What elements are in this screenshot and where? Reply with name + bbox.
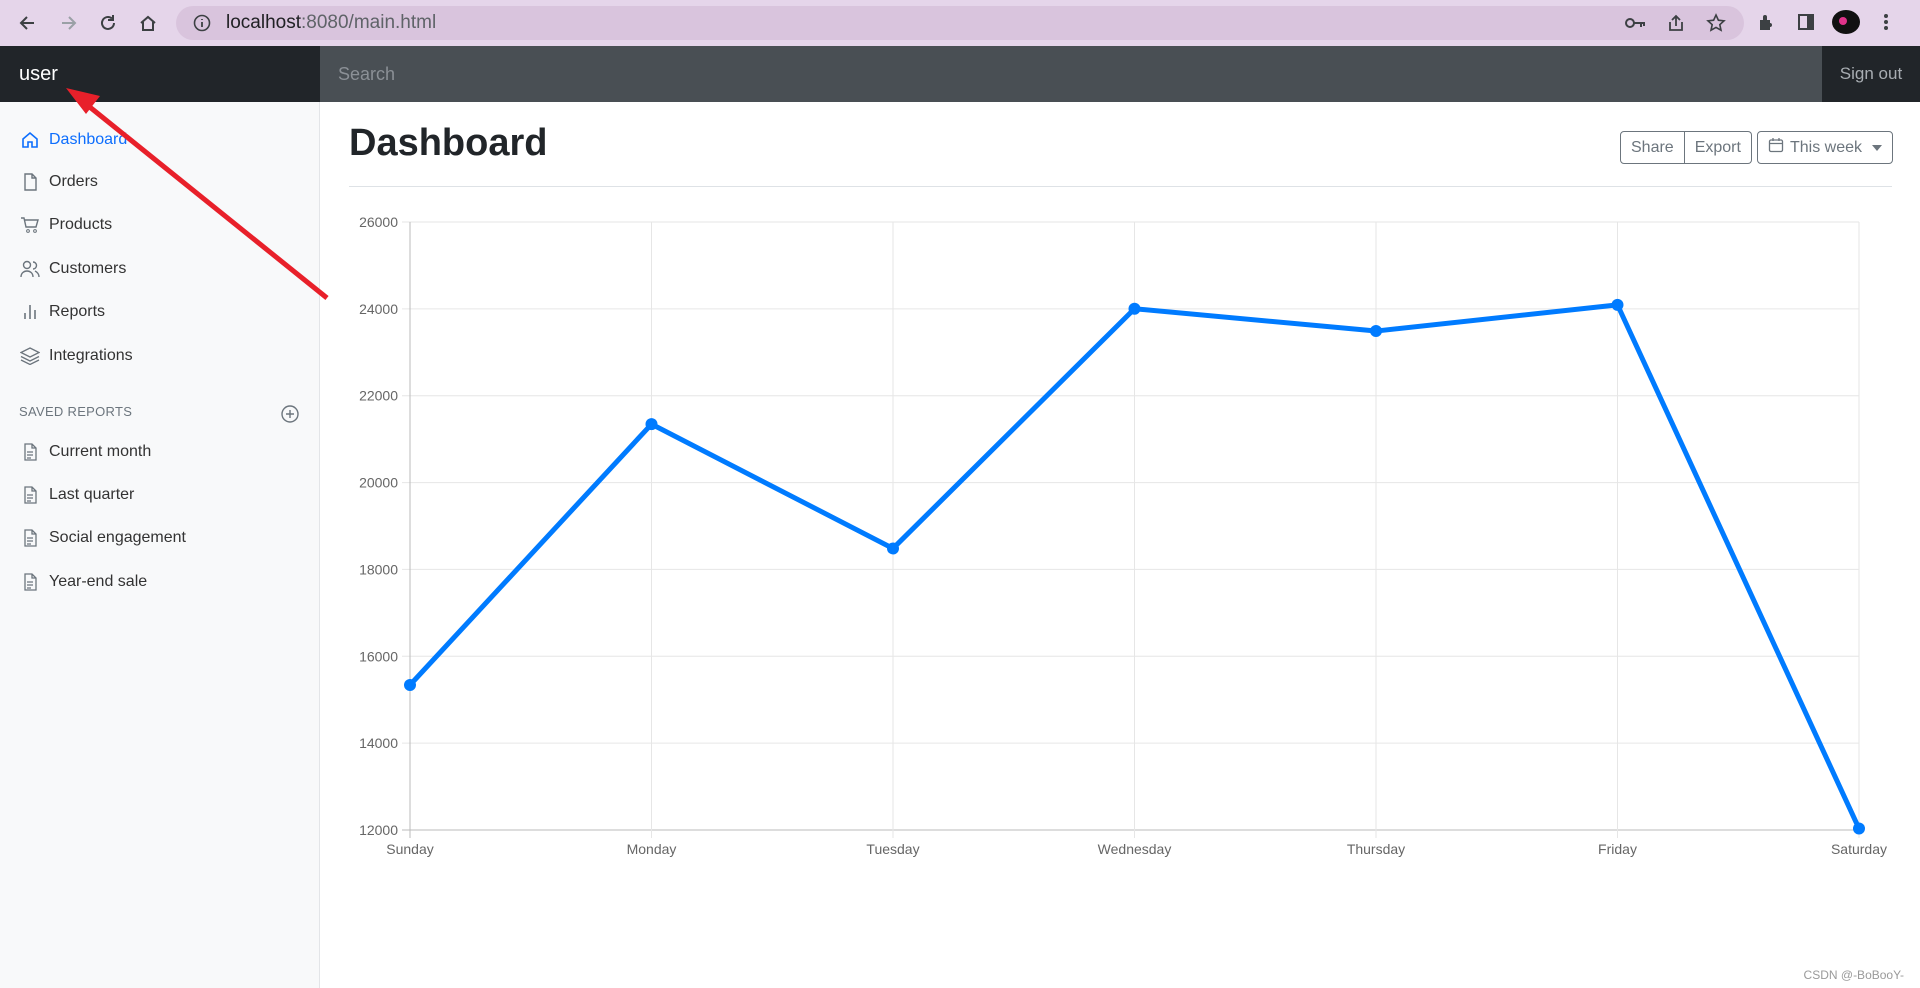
add-report-icon[interactable] — [280, 404, 300, 424]
side-panel-icon[interactable] — [1792, 10, 1820, 34]
sidebar-item-label: Year-end sale — [49, 573, 148, 590]
sidebar-item-dashboard[interactable]: Dashboard — [19, 126, 127, 154]
period-dropdown[interactable]: This week — [1757, 131, 1894, 164]
header-divider — [349, 186, 1892, 187]
x-tick-label: Saturday — [1831, 841, 1887, 857]
sidebar-item-label: Reports — [49, 303, 106, 320]
saved-reports-heading: SAVED REPORTS — [19, 404, 133, 419]
y-tick-label: 14000 — [359, 735, 398, 751]
export-button[interactable]: Export — [1684, 131, 1752, 164]
x-tick-label: Sunday — [386, 841, 433, 857]
share-export-group: Share Export — [1620, 131, 1752, 164]
info-icon[interactable] — [192, 13, 212, 33]
sidebar-item-customers[interactable]: Customers — [19, 255, 126, 283]
x-tick-label: Friday — [1598, 841, 1637, 857]
sidebar: Dashboard Orders Products Customers Repo… — [0, 102, 320, 988]
profile-avatar[interactable] — [1832, 10, 1860, 34]
data-point — [404, 678, 416, 691]
y-tick-label: 20000 — [359, 475, 398, 491]
sidebar-item-label: Social engagement — [49, 529, 186, 546]
menu-dots-icon[interactable] — [1872, 10, 1900, 34]
y-tick-label: 18000 — [359, 561, 398, 577]
search-bar — [320, 46, 1822, 102]
sidebar-item-integrations[interactable]: Integrations — [19, 342, 133, 370]
saved-report-current-month[interactable]: Current month — [19, 438, 151, 466]
y-tick-label: 24000 — [359, 301, 398, 317]
bar-chart-icon — [19, 301, 41, 323]
y-tick-label: 12000 — [359, 822, 398, 838]
file-icon — [19, 171, 41, 193]
forward-icon[interactable] — [48, 8, 88, 38]
chevron-down-icon — [1872, 144, 1883, 151]
sidebar-item-label: Dashboard — [49, 131, 128, 148]
reload-icon[interactable] — [88, 8, 128, 38]
period-label: This week — [1790, 138, 1863, 156]
home-icon — [19, 129, 41, 151]
sidebar-item-label: Current month — [49, 443, 152, 460]
saved-report-social-engagement[interactable]: Social engagement — [19, 524, 186, 552]
saved-report-year-end-sale[interactable]: Year-end sale — [19, 568, 147, 596]
url-text: localhost:8080/main.html — [226, 12, 437, 33]
y-tick-label: 26000 — [359, 214, 398, 230]
extensions-icon[interactable] — [1752, 10, 1780, 34]
cart-icon — [19, 214, 41, 236]
data-point — [1611, 298, 1624, 311]
browser-toolbar: localhost:8080/main.html — [0, 0, 1920, 46]
x-tick-label: Tuesday — [866, 841, 919, 857]
layers-icon — [19, 345, 41, 367]
sidebar-item-label: Customers — [49, 260, 127, 277]
file-text-icon — [19, 571, 41, 593]
search-input[interactable] — [320, 46, 1822, 102]
data-point — [1853, 822, 1865, 835]
navbar-brand[interactable]: user — [0, 46, 320, 102]
y-tick-label: 16000 — [359, 648, 398, 664]
y-tick-label: 22000 — [359, 388, 398, 404]
home-icon[interactable] — [128, 8, 168, 38]
data-point — [645, 418, 658, 431]
share-icon[interactable] — [1662, 11, 1690, 35]
x-tick-label: Monday — [627, 841, 677, 857]
star-icon[interactable] — [1702, 11, 1730, 35]
back-icon[interactable] — [8, 8, 48, 38]
key-icon[interactable] — [1622, 11, 1650, 35]
page-title: Dashboard — [349, 122, 548, 164]
file-text-icon — [19, 441, 41, 463]
calendar-icon — [1768, 137, 1784, 158]
data-point — [1128, 302, 1141, 315]
sign-out-link[interactable]: Sign out — [1822, 46, 1920, 102]
sidebar-item-label: Products — [49, 216, 113, 233]
sidebar-item-label: Orders — [49, 173, 98, 190]
data-point — [887, 542, 899, 555]
line-chart: 12000 14000 16000 18000 20000 22000 24000 26000… — [359, 214, 1887, 857]
saved-report-last-quarter[interactable]: Last quarter — [19, 481, 134, 509]
file-text-icon — [19, 484, 41, 506]
sidebar-item-orders[interactable]: Orders — [19, 168, 98, 196]
watermark: CSDN @-BoBooY- — [1803, 968, 1904, 982]
sidebar-item-products[interactable]: Products — [19, 211, 112, 239]
address-bar[interactable]: localhost:8080/main.html — [176, 6, 1744, 40]
sidebar-item-reports[interactable]: Reports — [19, 298, 105, 326]
share-button[interactable]: Share — [1620, 131, 1685, 164]
sidebar-item-label: Integrations — [49, 347, 133, 364]
x-tick-label: Thursday — [1347, 841, 1405, 857]
x-tick-label: Wednesday — [1098, 841, 1172, 857]
data-point — [1370, 325, 1382, 338]
file-text-icon — [19, 527, 41, 549]
users-icon — [19, 258, 41, 280]
sidebar-item-label: Last quarter — [49, 486, 135, 503]
